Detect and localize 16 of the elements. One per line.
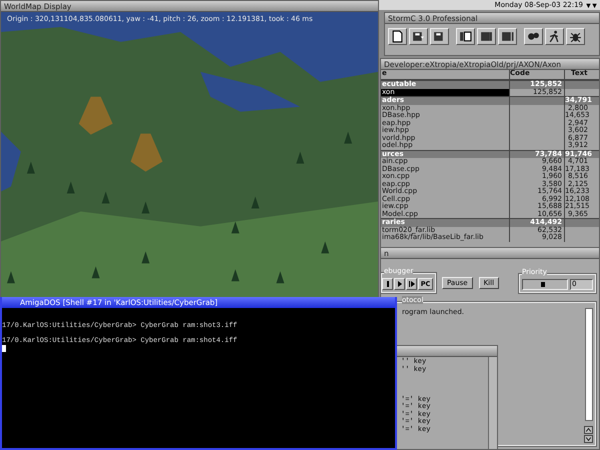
scroll-down-icon[interactable] (584, 435, 593, 443)
document-icon[interactable] (456, 28, 475, 45)
step-into-icon[interactable] (406, 278, 417, 290)
scrollbar[interactable] (488, 357, 497, 449)
stop-icon[interactable] (382, 278, 393, 290)
slider-thumb[interactable] (540, 282, 545, 286)
running-man-icon[interactable] (545, 28, 564, 45)
new-file-icon[interactable] (388, 28, 407, 45)
text-cursor (2, 345, 6, 352)
depth-arrows-icon[interactable] (586, 2, 597, 8)
title-bar[interactable] (396, 346, 497, 357)
bug-icon[interactable] (566, 28, 585, 45)
step-icon[interactable] (394, 278, 405, 290)
scrollbar[interactable] (585, 308, 593, 421)
priority-slider[interactable] (522, 278, 568, 290)
scroll-up-icon[interactable] (584, 426, 593, 434)
